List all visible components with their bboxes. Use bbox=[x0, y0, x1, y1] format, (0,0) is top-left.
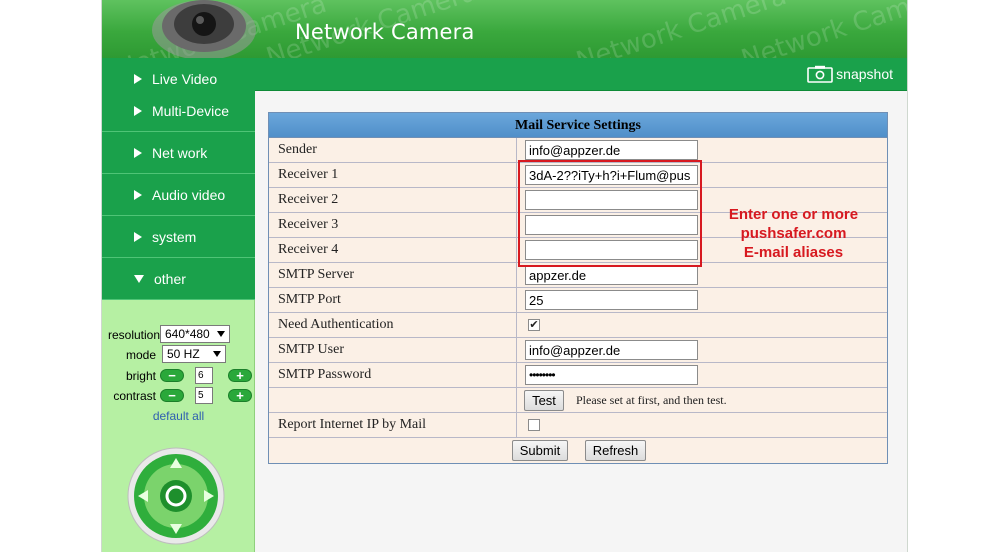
test-row-label bbox=[269, 388, 517, 413]
chevron-right-icon bbox=[134, 147, 142, 158]
smtp-port-label: SMTP Port bbox=[269, 288, 517, 313]
chevron-right-icon bbox=[134, 73, 142, 84]
nav-label: Multi-Device bbox=[152, 102, 230, 119]
smtp-user-input[interactable]: info@appzer.de bbox=[525, 340, 698, 360]
receiver3-label: Receiver 3 bbox=[269, 213, 517, 238]
need-auth-row: Need Authentication ✔ bbox=[269, 313, 887, 338]
smtp-password-row: SMTP Password •••••••• bbox=[269, 363, 887, 388]
resolution-value: 640*480 bbox=[165, 327, 210, 341]
nav-audio-video[interactable]: Audio video bbox=[102, 174, 255, 216]
nav-multi-device[interactable]: Multi-Device bbox=[102, 90, 255, 132]
receiver-highlight-box bbox=[518, 160, 702, 267]
nav-network[interactable]: Net work bbox=[102, 132, 255, 174]
mode-label: mode bbox=[125, 348, 156, 362]
bright-decrease-button[interactable]: − bbox=[160, 369, 184, 382]
receiver4-label: Receiver 4 bbox=[269, 238, 517, 263]
settings-title: Mail Service Settings bbox=[269, 113, 887, 138]
bright-increase-button[interactable]: + bbox=[228, 369, 252, 382]
test-row: Test Please set at first, and then test. bbox=[269, 388, 887, 413]
contrast-decrease-button[interactable]: − bbox=[160, 389, 184, 402]
nav-label: Audio video bbox=[152, 186, 226, 203]
refresh-button[interactable]: Refresh bbox=[585, 440, 646, 461]
mode-value: 50 HZ bbox=[167, 347, 200, 361]
nav-label: system bbox=[152, 228, 197, 245]
bright-label: bright bbox=[125, 369, 156, 383]
nav-label: Live Video bbox=[152, 70, 218, 87]
dome-camera-icon bbox=[152, 0, 256, 58]
contrast-control: contrast − 5 + bbox=[102, 386, 255, 406]
submit-button[interactable]: Submit bbox=[512, 440, 568, 461]
nav-label: Net work bbox=[152, 144, 208, 161]
annotation-text: Enter one or more pushsafer.com E-mail a… bbox=[720, 205, 867, 262]
smtp-port-input[interactable]: 25 bbox=[525, 290, 698, 310]
resolution-control: resolution 640*480 bbox=[102, 325, 255, 345]
report-ip-label: Report Internet IP by Mail bbox=[269, 413, 517, 438]
mode-control: mode 50 HZ bbox=[102, 345, 255, 365]
need-auth-checkbox[interactable]: ✔ bbox=[528, 319, 540, 331]
smtp-user-label: SMTP User bbox=[269, 338, 517, 363]
resolution-label: resolution bbox=[107, 328, 160, 342]
snapshot-button[interactable]: snapshot bbox=[807, 65, 893, 83]
chevron-right-icon bbox=[134, 231, 142, 242]
action-row: Submit Refresh bbox=[269, 438, 887, 463]
mode-select[interactable]: 50 HZ bbox=[162, 345, 226, 363]
contrast-label: contrast bbox=[113, 389, 156, 403]
report-ip-row: Report Internet IP by Mail bbox=[269, 413, 887, 438]
smtp-server-input[interactable]: appzer.de bbox=[525, 265, 698, 285]
ptz-joystick-icon[interactable] bbox=[126, 446, 226, 546]
chevron-right-icon bbox=[134, 105, 142, 116]
contrast-value-field[interactable]: 5 bbox=[195, 387, 213, 404]
annotation-line: pushsafer.com bbox=[740, 225, 847, 242]
caret-down-icon bbox=[213, 351, 221, 357]
camera-web-ui: Network Camera Network Camera Network Ca… bbox=[101, 0, 908, 552]
camera-icon bbox=[807, 65, 833, 83]
nav-other[interactable]: other bbox=[102, 258, 255, 300]
annotation-line: Enter one or more bbox=[728, 206, 859, 223]
test-button[interactable]: Test bbox=[524, 390, 564, 411]
bright-value-field[interactable]: 6 bbox=[195, 367, 213, 384]
smtp-port-row: SMTP Port 25 bbox=[269, 288, 887, 313]
smtp-password-input[interactable]: •••••••• bbox=[525, 365, 698, 385]
smtp-user-row: SMTP User info@appzer.de bbox=[269, 338, 887, 363]
resolution-select[interactable]: 640*480 bbox=[160, 325, 230, 343]
snapshot-label: snapshot bbox=[836, 66, 893, 82]
app-title: Network Camera bbox=[295, 20, 475, 44]
header-banner: Network Camera Network Camera Network Ca… bbox=[102, 0, 907, 58]
default-all-link[interactable]: default all bbox=[102, 409, 255, 423]
sender-input[interactable]: info@appzer.de bbox=[525, 140, 698, 160]
caret-down-icon bbox=[217, 331, 225, 337]
nav-label: other bbox=[154, 270, 186, 287]
sender-label: Sender bbox=[269, 138, 517, 163]
contrast-increase-button[interactable]: + bbox=[228, 389, 252, 402]
annotation-line: E-mail aliases bbox=[743, 244, 844, 261]
smtp-password-label: SMTP Password bbox=[269, 363, 517, 388]
sidebar: Live Video Multi-Device Net work Audio v… bbox=[102, 58, 255, 552]
chevron-down-icon bbox=[134, 274, 144, 283]
test-hint: Please set at first, and then test. bbox=[576, 393, 727, 407]
receiver2-label: Receiver 2 bbox=[269, 188, 517, 213]
smtp-server-label: SMTP Server bbox=[269, 263, 517, 288]
need-auth-label: Need Authentication bbox=[269, 313, 517, 338]
nav-system[interactable]: system bbox=[102, 216, 255, 258]
report-ip-checkbox[interactable] bbox=[528, 419, 540, 431]
bright-control: bright − 6 + bbox=[102, 366, 255, 386]
content-toolbar: snapshot bbox=[255, 58, 907, 91]
chevron-right-icon bbox=[134, 189, 142, 200]
receiver1-label: Receiver 1 bbox=[269, 163, 517, 188]
